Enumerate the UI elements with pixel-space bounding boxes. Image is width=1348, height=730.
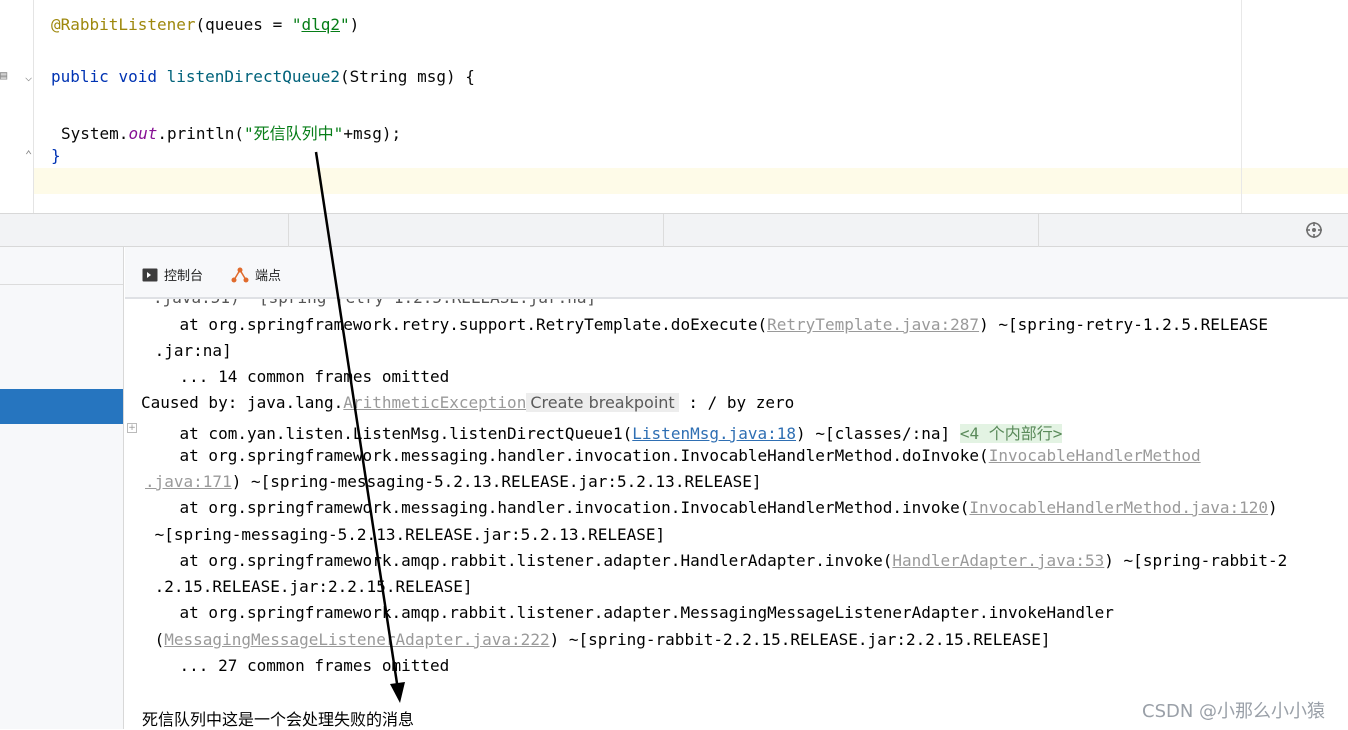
annotation-arrow bbox=[314, 151, 405, 703]
